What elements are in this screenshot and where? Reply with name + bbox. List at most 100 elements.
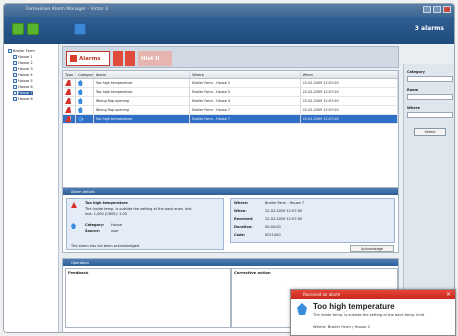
- tree-item[interactable]: House 4: [13, 72, 33, 77]
- warning-icon: [65, 98, 71, 104]
- app-window: Farmvision Alarm Manager - Victor 3 3 al…: [3, 3, 455, 333]
- row-when: 22-02-2009 12:07:00: [301, 115, 398, 123]
- room-filter-label: Room: [407, 88, 419, 92]
- tree-item[interactable]: House 6: [13, 84, 33, 89]
- house-category-icon: [77, 89, 83, 95]
- tree-item[interactable]: House 3: [13, 66, 33, 71]
- select-button[interactable]: Select: [414, 128, 446, 136]
- table-row-selected[interactable]: Too high temperature Broiler Farm - Hous…: [63, 115, 398, 124]
- where-filter-select[interactable]: [407, 112, 453, 118]
- code-value: 0011000: [265, 233, 281, 237]
- source-value: user: [111, 229, 119, 233]
- column-header[interactable]: Type: [63, 71, 76, 78]
- received-value: 22-02-2009 12:07:00: [265, 217, 303, 221]
- alarm-count: 3 alarms: [414, 25, 444, 32]
- close-button[interactable]: [443, 6, 451, 13]
- row-where: Broiler Farm - House 7: [190, 106, 301, 114]
- refresh-icon[interactable]: [27, 23, 39, 35]
- details-header: Alarm details: [63, 188, 398, 195]
- category-filter-select[interactable]: [407, 76, 453, 82]
- row-when: 22-02-2009 12:07:00: [301, 106, 398, 114]
- popup-header: Received an alarm: [291, 290, 455, 299]
- tab-filter-2[interactable]: [125, 51, 135, 66]
- house-icon: [13, 72, 17, 77]
- tab-alarms[interactable]: Alarms: [66, 51, 110, 66]
- alarm-notification-popup[interactable]: Received an alarm × Too high temperature…: [290, 289, 456, 336]
- column-header[interactable]: Where: [190, 71, 301, 78]
- table-row[interactable]: Wrong flap opening Broiler Farm - House …: [63, 97, 398, 106]
- grid-header: Type Category Alarm Where When: [63, 71, 398, 79]
- home-icon[interactable]: [12, 23, 24, 35]
- farm-tree: Broiler Farm House 1 House 2 House 3 Hou…: [4, 44, 59, 332]
- house-category-icon: [71, 223, 76, 229]
- minimize-button[interactable]: [423, 6, 431, 13]
- title-bar: Farmvision Alarm Manager - Victor 3: [4, 4, 454, 17]
- tab-filter-1[interactable]: [113, 51, 123, 66]
- warning-icon: [65, 107, 71, 113]
- alarm-details-panel: Alarm details Too high temperature The i…: [62, 187, 399, 253]
- alarm-icon: [70, 55, 77, 62]
- column-header[interactable]: Category: [76, 71, 94, 78]
- warning-icon: [65, 80, 71, 86]
- tree-item-selected[interactable]: House 7: [13, 90, 33, 95]
- close-icon[interactable]: ×: [445, 291, 452, 298]
- tree-item[interactable]: House 5: [13, 78, 33, 83]
- row-when: 22-02-2009 12:07:00: [301, 97, 398, 105]
- row-alarm: Too high temperature: [94, 115, 191, 123]
- alarm-bell-icon[interactable]: [74, 23, 86, 35]
- popup-subtitle: The inside temp. is outside the setting …: [313, 313, 425, 317]
- row-where: Broiler Farm - House 7: [190, 115, 301, 123]
- row-where: Broiler Farm - House 4: [190, 97, 301, 105]
- row-alarm: Too high temperature: [94, 79, 191, 87]
- table-row[interactable]: Too high temperature Broiler Farm - Hous…: [63, 88, 398, 97]
- folder-icon: [8, 48, 12, 53]
- row-alarm: Too high temperature: [94, 88, 191, 96]
- ack-note: The alarm has not been acknowledged: [71, 244, 140, 248]
- when-value: 22-02-2009 12:07:00: [265, 209, 303, 213]
- detail-title: Too high temperature: [85, 201, 128, 205]
- window-controls: [423, 6, 451, 13]
- row-where: Broiler Farm - House 2: [190, 79, 301, 87]
- window-title: Farmvision Alarm Manager - Victor 3: [26, 7, 108, 12]
- acknowledge-button[interactable]: Acknowledge: [350, 245, 394, 252]
- received-label: Received:: [234, 217, 254, 221]
- maximize-button[interactable]: [433, 6, 441, 13]
- tab-history[interactable]: Hist II: [138, 51, 172, 66]
- room-filter-select[interactable]: [407, 94, 453, 100]
- popup-where: Where: Broiler Farm / House 2: [313, 324, 370, 329]
- duration-label: Duration:: [234, 225, 253, 229]
- house-icon: [13, 60, 17, 65]
- category-label: Category:: [85, 223, 105, 227]
- house-category-icon: [77, 116, 83, 122]
- row-alarm: Wrong flap opening: [94, 106, 191, 114]
- operation-header: Operation: [63, 259, 398, 266]
- tree-item[interactable]: House 8: [13, 96, 33, 101]
- tree-item[interactable]: House 1: [13, 54, 33, 59]
- warning-icon: [71, 202, 77, 208]
- detail-description: The inside temp. is outside the setting …: [85, 207, 193, 211]
- tree-item[interactable]: House 2: [13, 60, 33, 65]
- house-category-icon: [77, 80, 83, 86]
- house-icon: [13, 96, 17, 101]
- column-header[interactable]: Alarm: [94, 71, 191, 78]
- category-value: House: [111, 223, 122, 227]
- column-header[interactable]: When: [301, 71, 398, 78]
- house-icon: [13, 54, 17, 59]
- house-icon: [13, 66, 17, 71]
- house-category-icon: [297, 303, 307, 315]
- house-icon: [13, 90, 17, 95]
- tree-root[interactable]: Broiler Farm: [8, 48, 35, 53]
- toolbar: 3 alarms: [4, 17, 454, 44]
- table-row[interactable]: Too high temperature Broiler Farm - Hous…: [63, 79, 398, 88]
- row-where: Broiler Farm - House 5: [190, 88, 301, 96]
- where-value: Broiler Farm - House 7: [265, 201, 304, 205]
- details-right-box: Where: Broiler Farm - House 7 When: 22-0…: [230, 198, 395, 243]
- alarm-grid: Type Category Alarm Where When Too high …: [62, 70, 399, 200]
- table-row[interactable]: Wrong flap opening Broiler Farm - House …: [63, 106, 398, 115]
- feedback-field[interactable]: Feedback: [65, 268, 231, 328]
- warning-icon: [65, 116, 71, 122]
- detail-description-2: Inst: 1,000 (C8S0): 1.00: [85, 212, 127, 216]
- warning-icon: [65, 89, 71, 95]
- duration-value: 00:00:00: [265, 225, 281, 229]
- code-label: Code:: [234, 233, 246, 237]
